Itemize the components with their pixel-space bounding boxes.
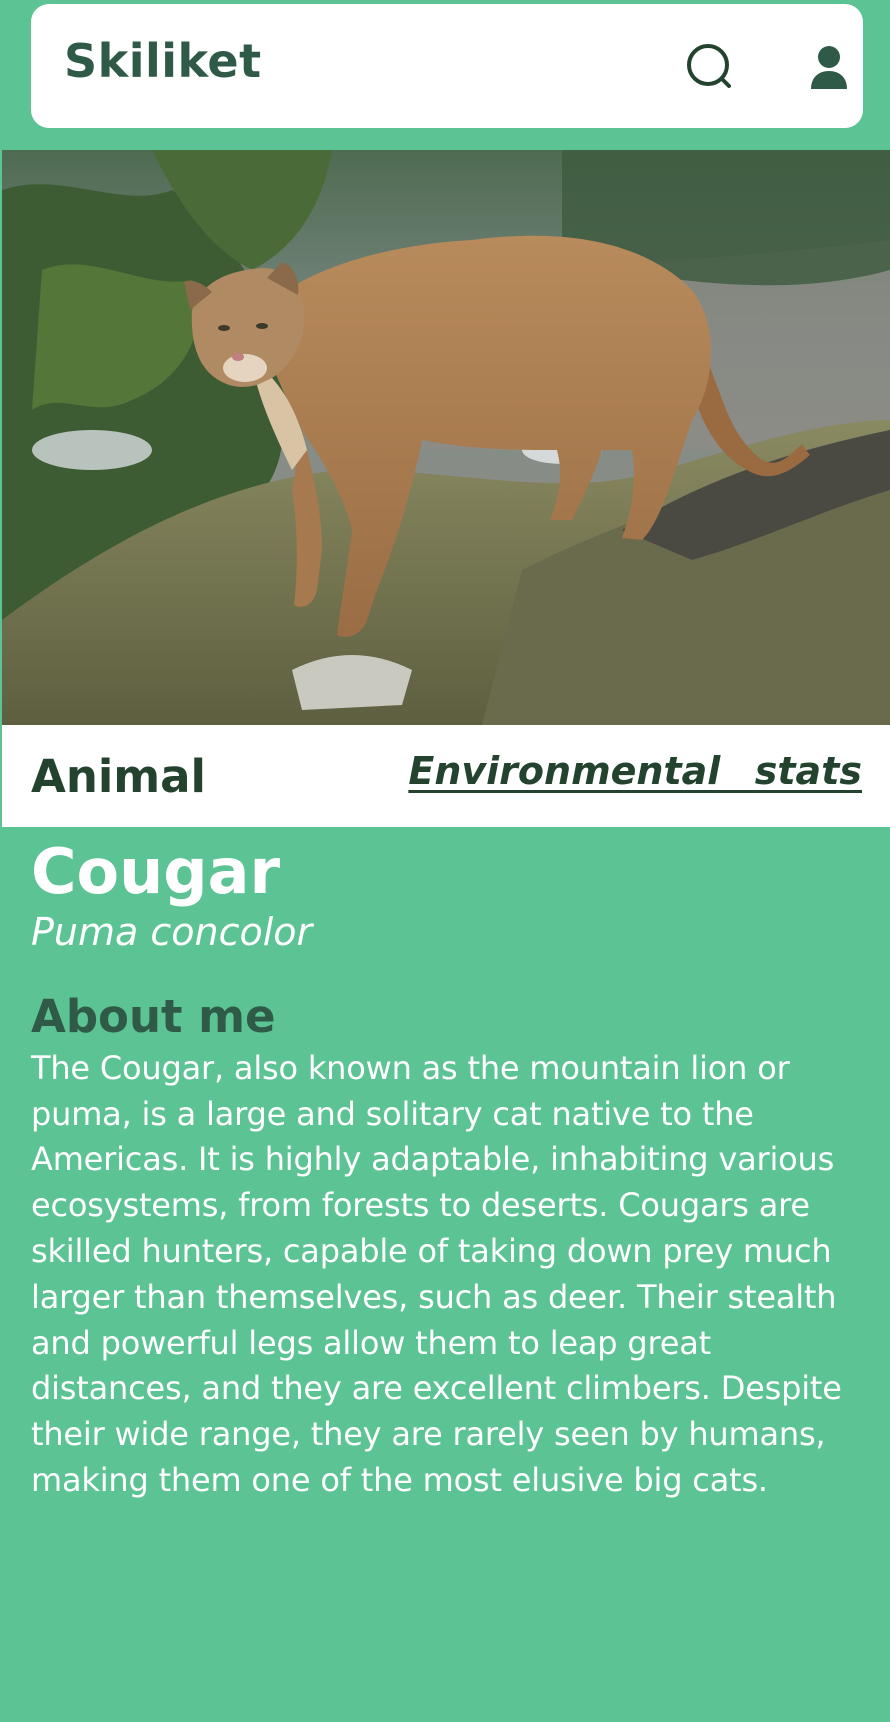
top-app-bar: Skiliket: [31, 4, 863, 128]
tab-environmental-stats[interactable]: Environmental stats: [408, 750, 862, 793]
search-button[interactable]: [683, 40, 739, 96]
tab-animal[interactable]: Animal: [31, 752, 206, 802]
app-title: Skiliket: [64, 34, 262, 88]
animal-common-name: Cougar: [31, 835, 281, 908]
profile-button[interactable]: [801, 40, 857, 96]
animal-scientific-name: Puma concolor: [31, 910, 313, 955]
section-tabs: Animal Environmental stats: [2, 725, 890, 827]
animal-details: Cougar Puma concolor About me The Cougar…: [31, 835, 867, 1504]
user-icon: [811, 46, 847, 89]
cougar-illustration: [2, 150, 890, 725]
about-description: The Cougar, also known as the mountain l…: [31, 1048, 842, 1499]
search-icon: [687, 44, 731, 88]
about-heading: About me: [31, 989, 276, 1043]
cougar-photo: [2, 150, 890, 725]
